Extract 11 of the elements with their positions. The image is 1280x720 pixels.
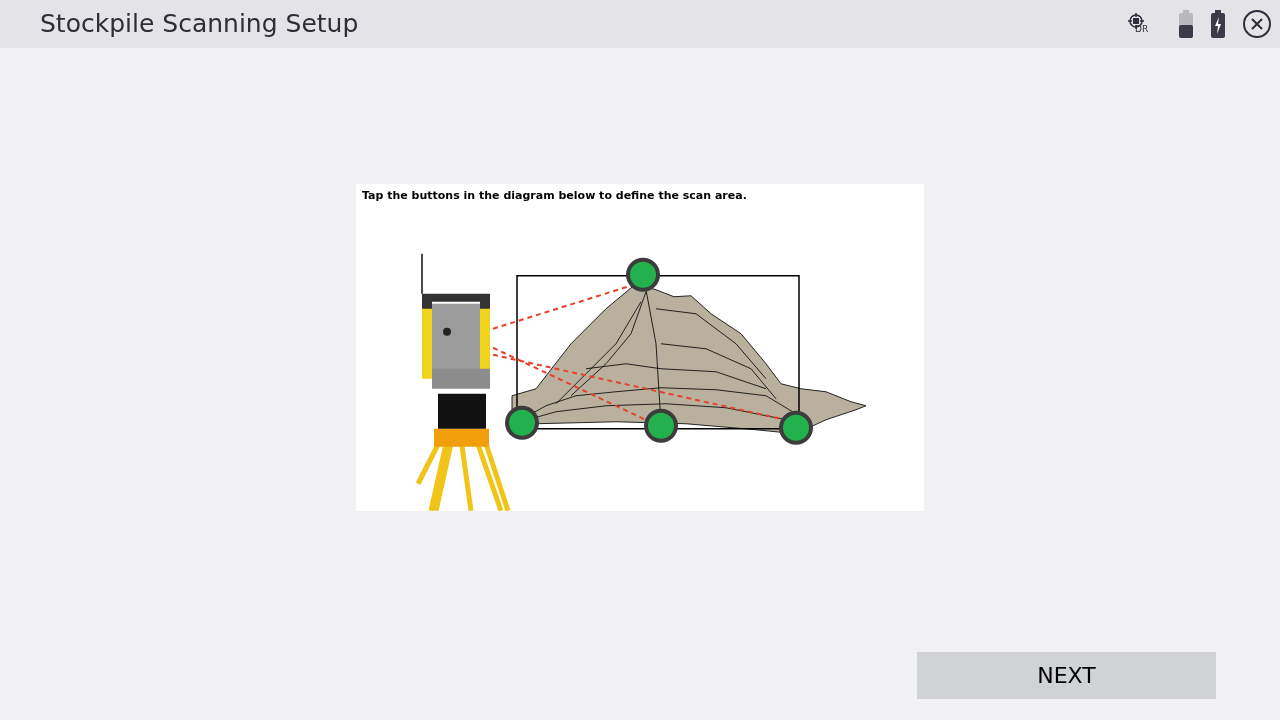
window-title: Stockpile Scanning Setup <box>40 8 360 41</box>
scan-point-button[interactable] <box>644 408 678 443</box>
close-icon[interactable] <box>1242 9 1272 39</box>
instruction-text: Tap the buttons in the diagram below to define the scan area. <box>361 188 748 204</box>
charging-battery-icon <box>1210 9 1226 39</box>
next-button[interactable]: NEXT <box>917 652 1216 699</box>
scan-point-button[interactable] <box>505 405 539 440</box>
battery-icon <box>1178 9 1194 39</box>
scan-point-button[interactable] <box>626 257 660 292</box>
target-label: DR <box>1135 25 1149 34</box>
scan-point-button[interactable] <box>779 410 813 445</box>
